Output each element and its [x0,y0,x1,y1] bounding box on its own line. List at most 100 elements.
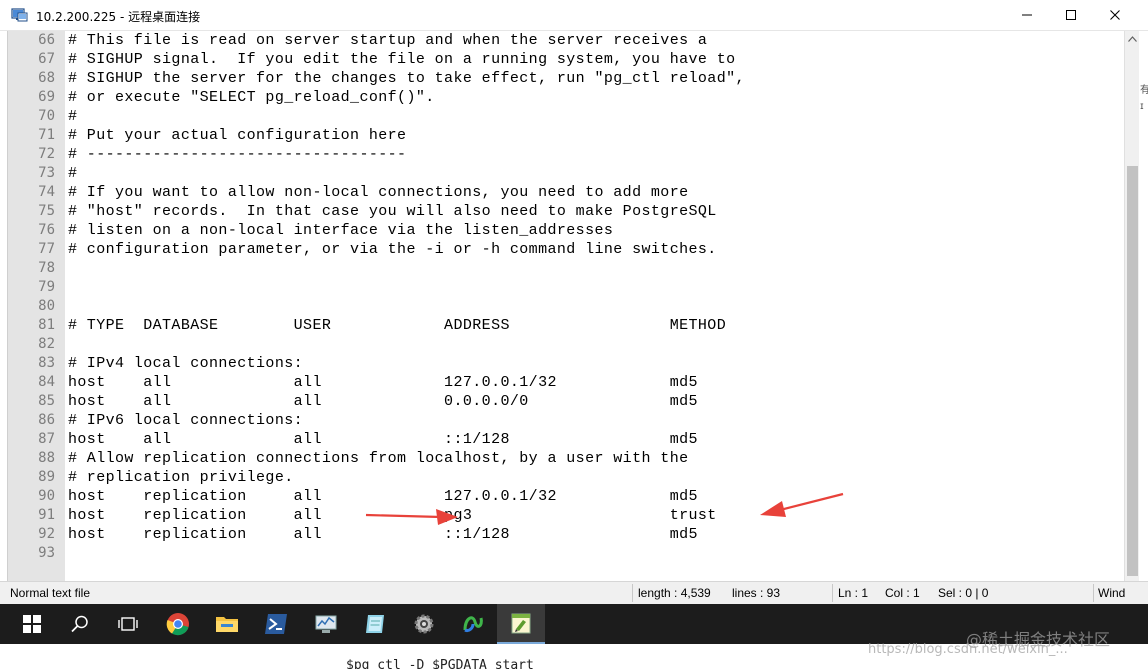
code-line[interactable]: # configuration parameter, or via the -i… [68,240,717,259]
line-number: 76 [38,222,55,238]
scrollbar-thumb[interactable] [1127,166,1138,576]
taskbar-notepad[interactable] [351,604,399,644]
line-number: 87 [38,431,55,447]
line-position-label: Ln : 1 [838,586,869,600]
taskbar-file-explorer[interactable] [203,604,251,644]
title-bar: 10.2.200.225 - 远程桌面连接 [0,0,1148,31]
line-number: 81 [38,317,55,333]
taskbar-network-tool[interactable] [302,604,350,644]
line-number: 77 [38,241,55,257]
maximize-icon [1066,10,1076,20]
line-number: 88 [38,450,55,466]
line-number: 83 [38,355,55,371]
code-line[interactable]: # listen on a non-local interface via th… [68,221,613,240]
code-line[interactable]: # Allow replication connections from loc… [68,449,689,468]
line-number: 73 [38,165,55,181]
code-area[interactable]: # This file is read on server startup an… [68,31,1120,581]
maximize-button[interactable] [1049,0,1093,30]
code-line[interactable]: # This file is read on server startup an… [68,31,707,50]
line-number: 80 [38,298,55,314]
code-line[interactable]: host all all 0.0.0.0/0 md5 [68,392,698,411]
navicat-icon [463,616,483,632]
text-editor[interactable]: 66 67 68 69 70 71 72 73 74 75 76 77 78 79 80 81 82 83 84 85… [0,31,1148,581]
minimize-icon [1022,14,1032,16]
background-glyph: 有 [1140,85,1148,96]
code-line[interactable]: # replication privilege. [68,468,294,487]
task-view-icon [118,617,138,631]
line-number: 91 [38,507,55,523]
file-type-label: Normal text file [10,586,91,600]
column-position-label: Col : 1 [885,586,920,600]
lines-count-label: lines : 93 [732,586,781,600]
taskbar-chrome[interactable] [154,604,202,644]
status-bar: Normal text file length : 4,539 lines : … [0,581,1148,604]
code-line[interactable]: host all all 127.0.0.1/32 md5 [68,373,698,392]
code-line[interactable]: # IPv4 local connections: [68,354,303,373]
line-number: 78 [38,260,55,276]
code-line[interactable]: # SIGHUP signal. If you edit the file on… [68,50,736,69]
eol-format-label: Wind [1098,586,1126,600]
code-line[interactable]: host replication all pg3 trust [68,506,717,525]
line-number: 84 [38,374,55,390]
taskbar-powershell[interactable] [252,604,300,644]
line-number-gutter: 66 67 68 69 70 71 72 73 74 75 76 77 78 79 80 81 82 83 84 85… [8,31,65,581]
code-line[interactable]: # ---------------------------------- [68,145,406,164]
editor-left-margin [0,31,8,581]
minimize-button[interactable] [1005,0,1049,30]
search-icon [71,615,88,633]
code-line[interactable]: # TYPE DATABASE USER ADDRESS METHOD [68,316,726,335]
chevron-up-icon [1128,36,1137,42]
remote-desktop-icon [11,7,28,23]
code-line[interactable]: # If you want to allow non-local connect… [68,183,689,202]
line-number: 68 [38,70,55,86]
background-terminal-text: $pg_ctl -D $PGDATA start [346,658,534,669]
file-explorer-icon [216,617,238,632]
line-number: 75 [38,203,55,219]
status-divider [632,584,633,602]
line-number: 89 [38,469,55,485]
line-number: 69 [38,89,55,105]
code-line[interactable]: host all all ::1/128 md5 [68,430,698,449]
start-button[interactable] [8,604,56,644]
chrome-icon [166,613,189,636]
line-number: 82 [38,336,55,352]
line-number: 90 [38,488,55,504]
scroll-up-arrow[interactable] [1125,31,1140,47]
line-number: 79 [38,279,55,295]
code-line[interactable]: # or execute "SELECT pg_reload_conf()". [68,88,435,107]
windows-start-icon [23,615,41,633]
code-line[interactable]: # [68,107,77,126]
taskbar-settings[interactable] [400,604,448,644]
settings-gear-icon [414,614,434,634]
line-number: 67 [38,51,55,67]
notepad-plus-plus-icon [511,613,531,634]
background-window-edge: 有 ɪ [1139,31,1148,581]
code-line[interactable]: # IPv6 local connections: [68,411,303,430]
network-monitor-icon [315,615,337,633]
line-number: 71 [38,127,55,143]
taskbar-navicat[interactable] [449,604,497,644]
background-glyph: ɪ [1140,101,1144,112]
close-icon [1110,10,1120,20]
line-number: 74 [38,184,55,200]
code-line[interactable]: # Put your actual configuration here [68,126,406,145]
taskbar-search-button[interactable] [56,604,104,644]
line-number: 92 [38,526,55,542]
line-number: 70 [38,108,55,124]
powershell-icon [265,614,287,634]
line-number: 93 [38,545,55,561]
code-line[interactable]: host replication all 127.0.0.1/32 md5 [68,487,698,506]
status-divider [832,584,833,602]
code-line[interactable]: # "host" records. In that case you will … [68,202,717,221]
task-view-button[interactable] [104,604,152,644]
code-line[interactable]: # [68,164,77,183]
vertical-scrollbar[interactable] [1124,31,1139,581]
close-button[interactable] [1093,0,1137,30]
line-number: 66 [38,32,55,48]
watermark-url: https://blog.csdn.net/weixin_... [868,642,1068,657]
taskbar-notepad-plus-plus[interactable] [497,604,545,644]
code-line[interactable]: host replication all ::1/128 md5 [68,525,698,544]
line-number: 72 [38,146,55,162]
line-number: 85 [38,393,55,409]
code-line[interactable]: # SIGHUP the server for the changes to t… [68,69,745,88]
